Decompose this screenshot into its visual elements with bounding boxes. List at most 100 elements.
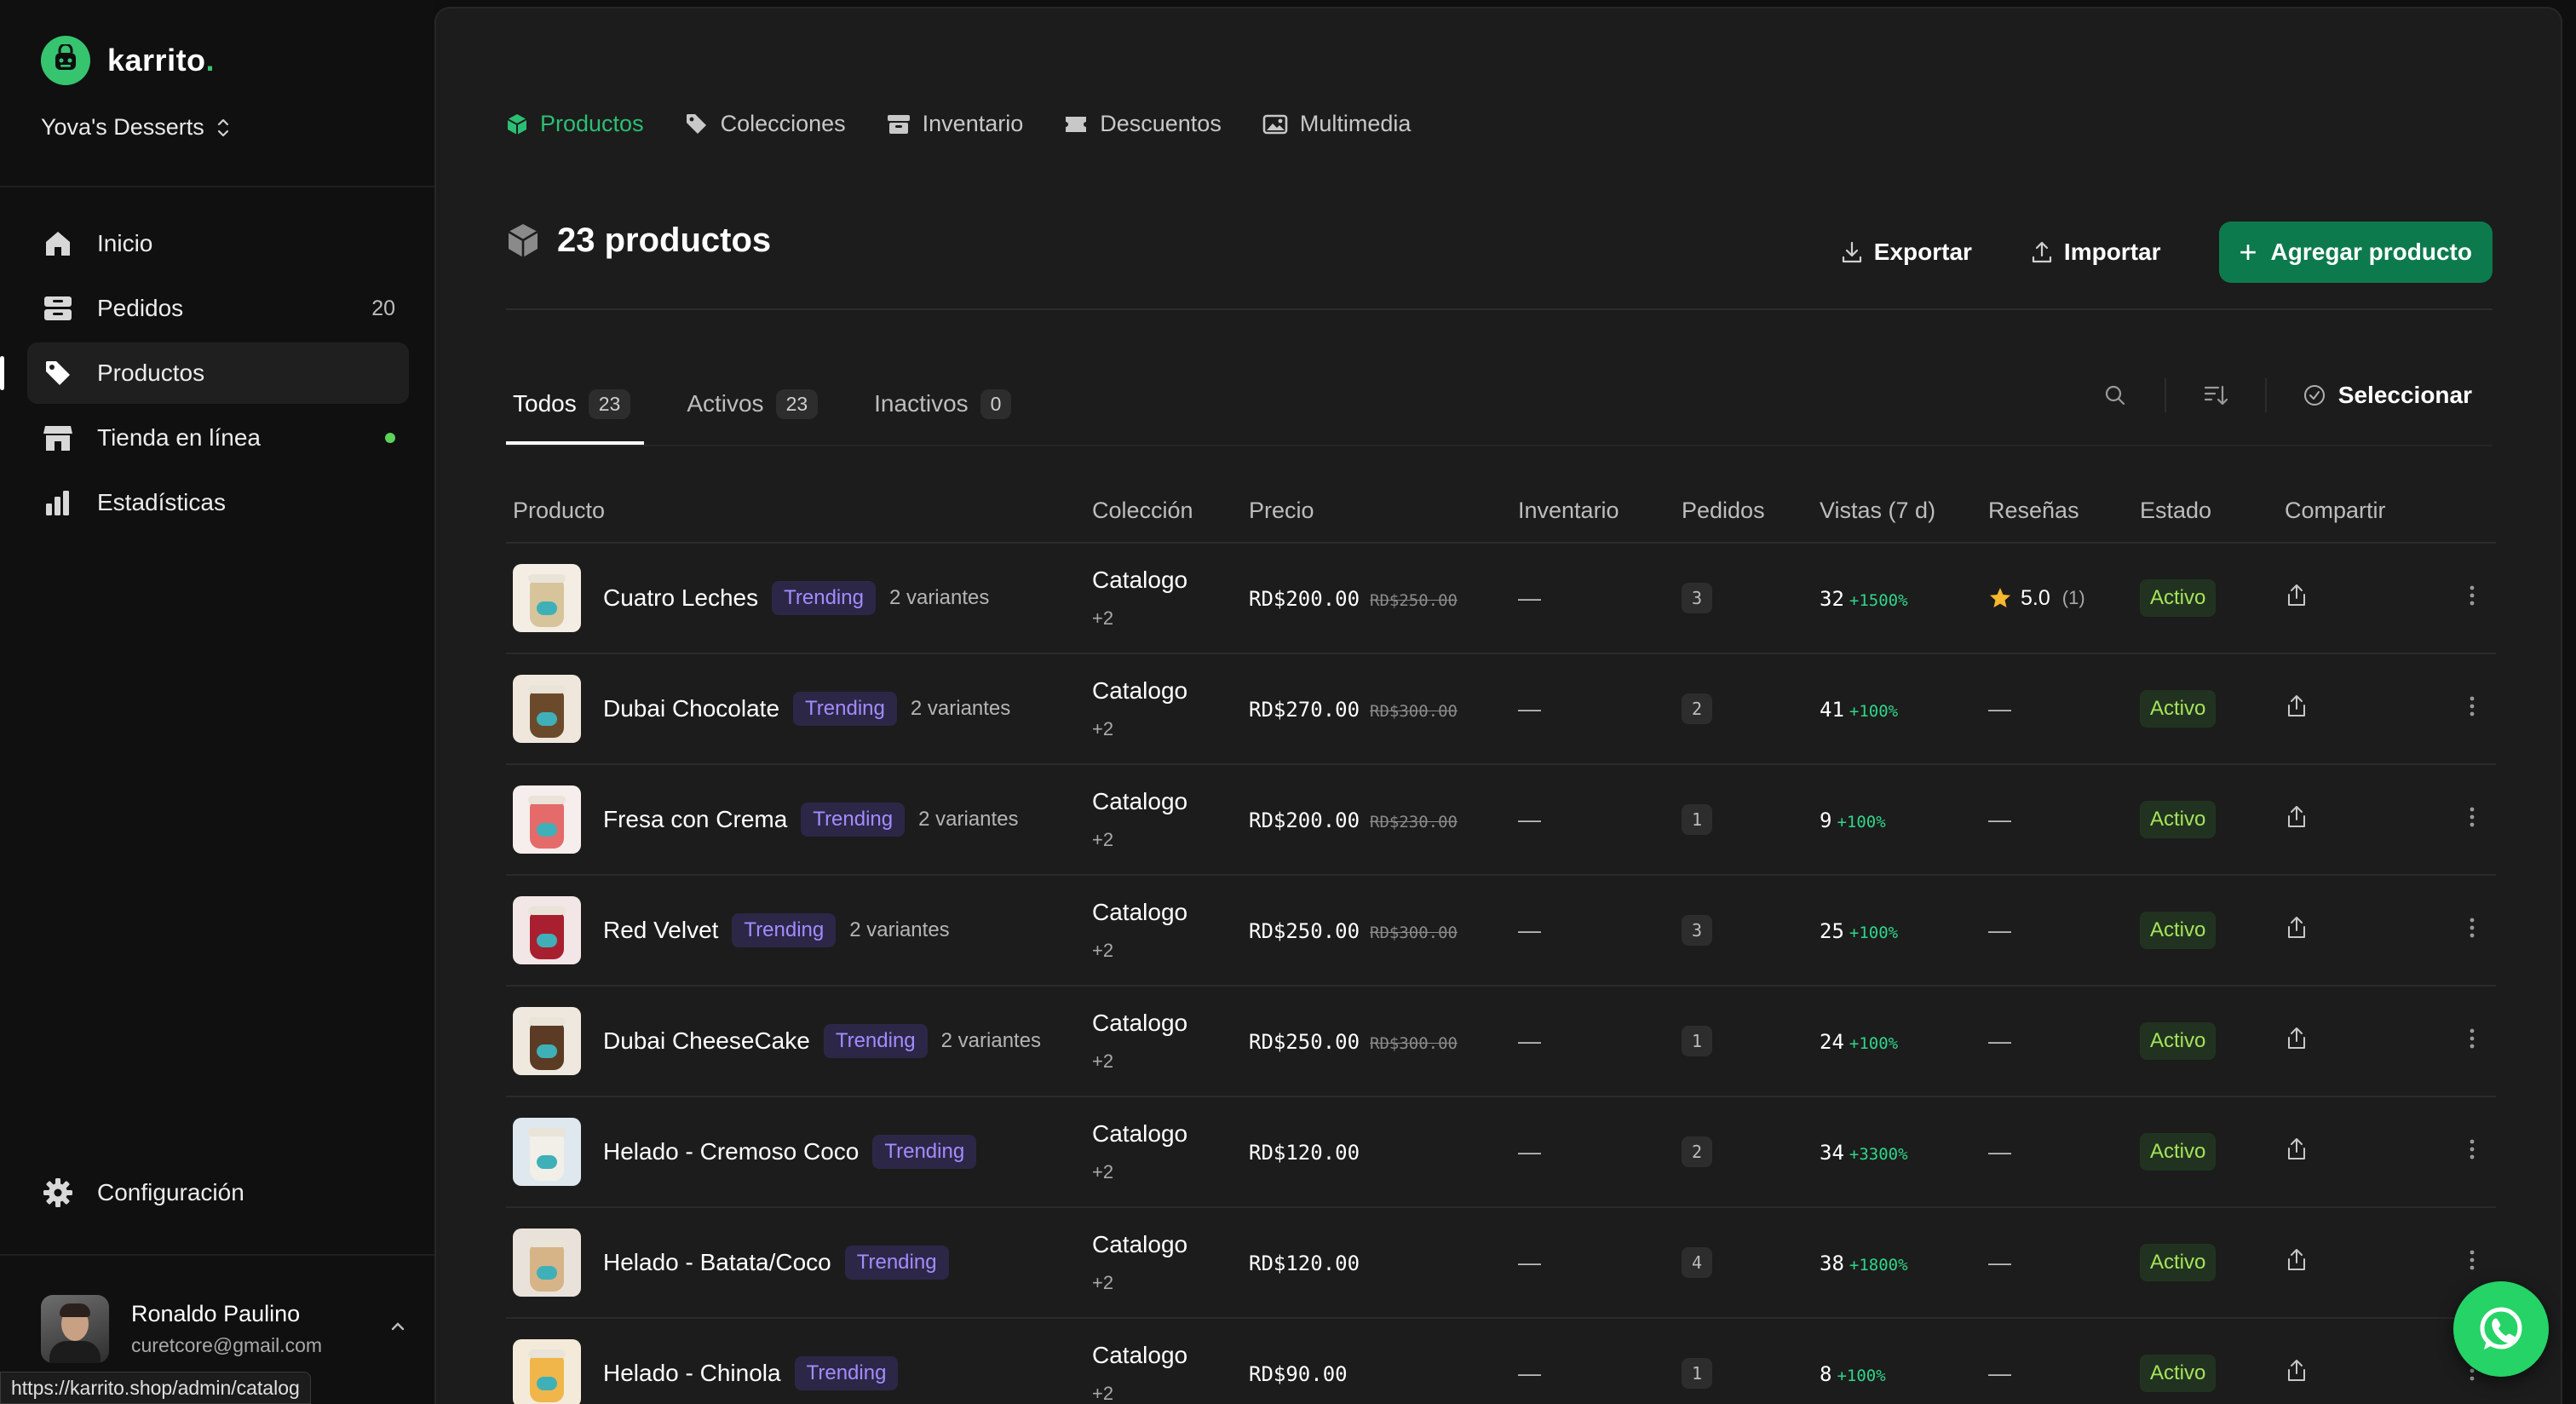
views-count: 8 [1820,1361,1832,1386]
more-options-button[interactable] [2469,805,2475,829]
column-header-estado[interactable]: Estado [2140,498,2273,524]
active-indicator [0,356,4,390]
box-icon [508,223,538,257]
compare-at-price: RD$300.00 [1370,923,1458,942]
share-icon [2288,1137,2305,1159]
inventory-value: — [1518,1360,1541,1386]
views-delta: +1800% [1849,1255,1908,1275]
column-header-inventario[interactable]: Inventario [1518,498,1682,524]
more-options-button[interactable] [2469,584,2475,607]
column-header-precio[interactable]: Precio [1249,498,1518,524]
divider [506,445,2493,446]
share-button[interactable] [2285,1136,2309,1162]
inventory-value: — [1518,584,1541,611]
collection-name: Catalogo [1092,1231,1188,1257]
page-header: 23 productos [506,222,771,260]
share-button[interactable] [2285,1247,2309,1273]
tab-descuentos[interactable]: Descuentos [1064,111,1222,137]
variants-count: 2 variantes [910,697,1011,720]
views-delta: +100% [1849,923,1899,942]
more-options-button[interactable] [2469,694,2475,718]
views-count: 32 [1820,586,1844,611]
table-row[interactable]: Fresa con Crema Trending 2 variantes Catalo… [506,765,2496,876]
product-name[interactable]: Cuatro Leches [603,584,758,612]
search-button[interactable] [2095,375,2136,416]
user-name: Ronaldo Paulino [131,1301,301,1326]
product-name[interactable]: Helado - Chinola [603,1360,781,1387]
tab-inventario[interactable]: Inventario [887,111,1023,137]
share-button[interactable] [2285,915,2309,941]
product-name[interactable]: Red Velvet [603,917,718,944]
views-count: 25 [1820,918,1844,943]
inbox-icon [41,291,75,325]
column-header-coleccion[interactable]: Colección [1092,498,1249,524]
tab-colecciones[interactable]: Colecciones [685,111,846,137]
import-button[interactable]: Importar [2030,239,2161,266]
views-count: 38 [1820,1251,1844,1275]
divider [0,1254,434,1256]
download-icon [1842,241,1861,263]
add-product-button[interactable]: + Agregar producto [2218,222,2493,283]
product-name[interactable]: Dubai Chocolate [603,695,779,722]
product-thumbnail [513,785,581,854]
sidebar-item-inicio[interactable]: Inicio [27,213,409,274]
sidebar-item-configuracion[interactable]: Configuración [41,1176,244,1210]
trending-badge: Trending [801,803,906,837]
column-header-producto[interactable]: Producto [506,498,1092,524]
inventory-value: — [1518,695,1541,722]
column-header-resenas[interactable]: Reseñas [1988,498,2140,524]
sidebar-item-pedidos[interactable]: Pedidos 20 [27,278,409,339]
count-badge: 0 [980,388,1012,419]
column-header-pedidos[interactable]: Pedidos [1682,498,1820,524]
select-button[interactable]: Seleccionar [2303,382,2472,409]
sort-icon [2204,385,2228,406]
product-name[interactable]: Helado - Cremoso Coco [603,1138,859,1165]
share-button[interactable] [2285,693,2309,719]
price: RD$270.00 [1249,697,1360,722]
table-row[interactable]: Cuatro Leches Trending 2 variantes Catalogo… [506,544,2496,654]
collection-more: +2 [1092,1161,1114,1182]
product-thumbnail [513,896,581,964]
sidebar-item-tienda[interactable]: Tienda en línea [27,407,409,469]
table-row[interactable]: Helado - Batata/Coco Trending Catalogo +2 RD… [506,1208,2496,1319]
more-options-button[interactable] [2469,1027,2475,1050]
product-name[interactable]: Helado - Batata/Coco [603,1249,831,1276]
divider [506,308,2493,310]
status-badge: Activo [2140,690,2217,728]
share-button[interactable] [2285,583,2309,608]
tab-multimedia[interactable]: Multimedia [1262,111,1411,137]
table-row[interactable]: Helado - Cremoso Coco Trending Catalogo +2 R… [506,1097,2496,1208]
product-name[interactable]: Dubai CheeseCake [603,1027,810,1055]
store-switcher[interactable]: Yova's Desserts [41,114,230,141]
compare-at-price: RD$230.00 [1370,812,1458,831]
share-button[interactable] [2285,1358,2309,1384]
table-row[interactable]: Dubai CheeseCake Trending 2 variantes Catal… [506,987,2496,1097]
export-button[interactable]: Exportar [1840,239,1972,266]
more-options-button[interactable] [2469,916,2475,940]
online-status-dot [385,433,395,443]
product-name[interactable]: Fresa con Crema [603,806,787,833]
filter-tab-inactivos[interactable]: Inactivos 0 [867,363,1018,445]
share-button[interactable] [2285,804,2309,830]
trending-badge: Trending [844,1246,949,1280]
count-badge: 23 [775,388,819,419]
table-row[interactable]: Helado - Chinola Trending Catalogo +2 RD$90.… [506,1319,2496,1404]
reviews-empty: — [1988,1138,2011,1165]
filter-tab-todos[interactable]: Todos 23 [506,363,645,445]
more-options-button[interactable] [2469,1248,2475,1272]
tab-productos[interactable]: Productos [506,111,644,137]
share-button[interactable] [2285,1026,2309,1051]
filter-tab-activos[interactable]: Activos 23 [680,363,825,445]
more-options-button[interactable] [2469,1137,2475,1161]
sidebar-item-productos[interactable]: Productos [0,342,409,404]
sidebar-item-estadisticas[interactable]: Estadísticas [27,472,409,533]
user-menu[interactable]: Ronaldo Paulino curetcore@gmail.com [41,1295,407,1363]
sort-button[interactable] [2195,375,2236,416]
table-row[interactable]: Red Velvet Trending 2 variantes Catalogo +2 R… [506,876,2496,987]
brand[interactable]: karrito. [41,36,215,85]
table-row[interactable]: Dubai Chocolate Trending 2 variantes Catalo… [506,654,2496,765]
whatsapp-chat-button[interactable] [2453,1281,2549,1377]
column-header-vistas[interactable]: Vistas (7 d) [1820,498,1988,524]
search-icon [2105,385,2125,406]
price: RD$90.00 [1249,1361,1348,1386]
